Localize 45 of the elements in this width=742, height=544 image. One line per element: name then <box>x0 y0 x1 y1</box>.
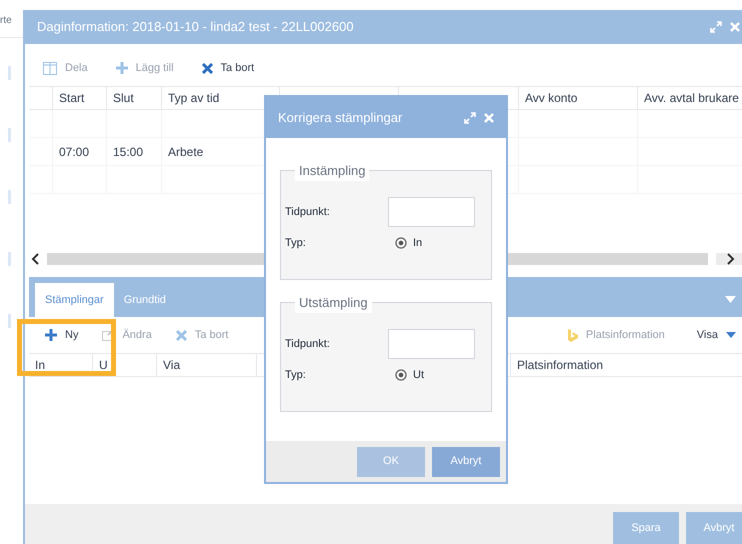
column-header: Avv. avtal brukare <box>644 90 739 107</box>
side-label: rte <box>0 14 12 28</box>
dialog-title: Korrigera stämplingar <box>278 108 402 127</box>
dialog-button[interactable]: Avbryt <box>432 446 500 476</box>
dropdown-icon[interactable] <box>725 296 736 303</box>
table-cell-text: 07:00 <box>59 144 90 160</box>
delete-icon <box>176 330 187 340</box>
scroll-left-icon[interactable] <box>31 253 39 265</box>
window-title: Daginformation: 2018-01-10 - linda2 test - 22LL002600 <box>37 18 354 36</box>
tab[interactable]: Stämplingar <box>35 283 114 317</box>
column-header: Platsinformation <box>517 357 604 374</box>
columns-icon <box>43 62 57 74</box>
column-header: Via <box>163 357 180 374</box>
plus-icon <box>116 62 128 74</box>
delete-icon <box>202 62 213 74</box>
plus-icon <box>45 329 57 341</box>
time-input[interactable] <box>388 329 475 359</box>
toolbar-button[interactable]: Visa <box>692 322 740 348</box>
column-header: U <box>99 357 108 374</box>
column-header: Start <box>59 90 84 107</box>
footer-button[interactable]: Avbryt <box>686 512 742 544</box>
expand-icon[interactable] <box>464 112 476 124</box>
toolbar-button[interactable]: Ta bort <box>198 56 258 80</box>
column-header: Typ av tid <box>168 90 220 107</box>
toolbar-button[interactable]: Ny <box>41 322 82 348</box>
radio-option[interactable]: In <box>395 235 422 252</box>
field-label: Typ: <box>285 368 307 383</box>
close-icon[interactable] <box>484 112 494 122</box>
table-cell-text: Arbete <box>168 144 204 160</box>
column-header: Slut <box>113 90 134 107</box>
tab[interactable]: Grundtid <box>114 283 176 317</box>
caret-icon <box>726 332 736 338</box>
logo-icon <box>568 328 578 342</box>
field-label: Typ: <box>285 236 307 251</box>
field-label: Tidpunkt: <box>285 336 330 352</box>
footer-button[interactable]: Spara <box>613 512 679 544</box>
radio-option[interactable]: Ut <box>395 367 424 384</box>
close-icon[interactable] <box>730 22 740 32</box>
column-header: In <box>35 357 46 374</box>
column-header: Avv konto <box>525 90 578 107</box>
field-label: Tidpunkt: <box>285 204 330 220</box>
time-input[interactable] <box>388 197 475 227</box>
expand-icon[interactable] <box>710 21 722 33</box>
scroll-right-icon[interactable] <box>727 253 735 265</box>
table-cell-text: 15:00 <box>113 144 144 160</box>
